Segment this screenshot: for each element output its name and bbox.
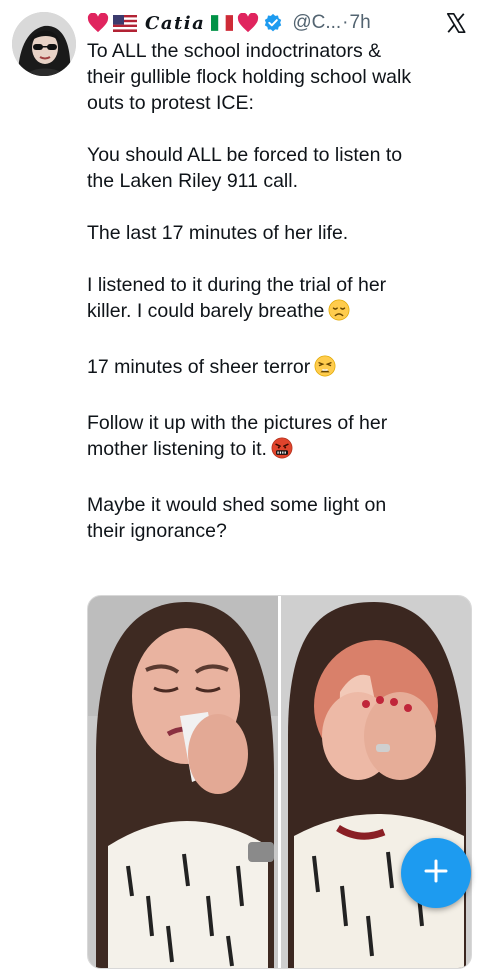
media-photo-left bbox=[88, 596, 471, 968]
text-line-with-emoji: 17 minutes of sheer terror bbox=[87, 354, 473, 384]
header-separator: · bbox=[342, 12, 349, 33]
post-text: To ALL the school indoctrinators & their… bbox=[87, 38, 473, 544]
post-header: Catia @C... · 7h bbox=[87, 10, 471, 36]
post-media[interactable] bbox=[87, 595, 472, 969]
text-line: mother listening to it. bbox=[87, 438, 267, 460]
text-line: 17 minutes of sheer terror bbox=[87, 356, 311, 378]
x-logo-icon[interactable] bbox=[445, 12, 467, 40]
text-line: the Laken Riley 911 call. bbox=[87, 170, 299, 192]
text-line: their gullible flock holding school walk bbox=[87, 66, 412, 88]
text-line-with-emoji: mother listening to it. bbox=[87, 436, 473, 466]
disappointed-face-icon bbox=[328, 299, 350, 328]
verified-badge-icon bbox=[263, 13, 283, 33]
author-avatar[interactable] bbox=[12, 12, 76, 76]
author-handle[interactable]: @C... bbox=[292, 12, 341, 34]
text-line: I listened to it during the trial of her bbox=[87, 274, 387, 296]
heart-icon bbox=[87, 13, 109, 33]
post-timestamp[interactable]: 7h bbox=[350, 12, 371, 34]
text-line: killer. I could barely breathe bbox=[87, 300, 325, 322]
author-display-name[interactable]: Catia bbox=[145, 13, 205, 34]
text-line: outs to protest ICE: bbox=[87, 92, 254, 114]
plus-icon bbox=[423, 858, 449, 889]
weary-face-icon bbox=[314, 355, 336, 384]
heart-icon bbox=[237, 13, 259, 33]
avatar-image bbox=[12, 12, 76, 76]
text-line: You should ALL be forced to listen to bbox=[87, 144, 403, 166]
text-line: To ALL the school indoctrinators & bbox=[87, 40, 382, 62]
text-line: Maybe it would shed some light on bbox=[87, 494, 387, 516]
compose-button[interactable] bbox=[401, 838, 471, 908]
us-flag-icon bbox=[113, 14, 137, 32]
italy-flag-icon bbox=[211, 15, 234, 31]
text-line: Follow it up with the pictures of her bbox=[87, 412, 388, 434]
cursing-face-icon bbox=[271, 437, 293, 466]
text-line: The last 17 minutes of her life. bbox=[87, 222, 349, 244]
text-line-with-emoji: killer. I could barely breathe bbox=[87, 298, 473, 328]
text-line: their ignorance? bbox=[87, 520, 227, 542]
